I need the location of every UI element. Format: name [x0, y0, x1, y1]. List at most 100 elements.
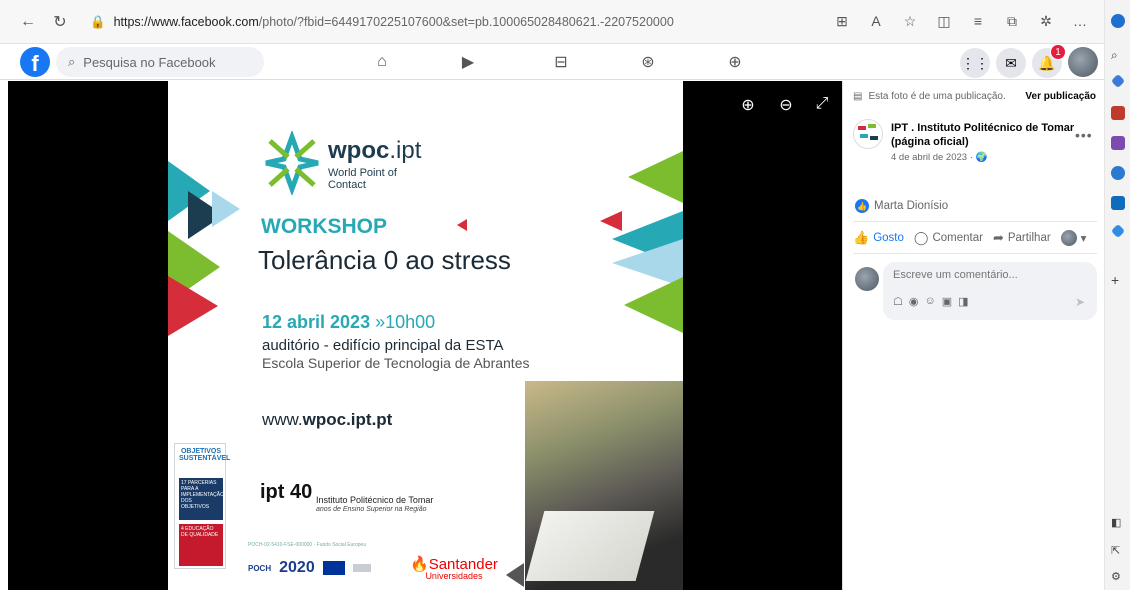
event-venue: auditório - edifício principal da ESTA [262, 337, 504, 354]
wpoc-brand-bold: wpoc [328, 137, 390, 164]
like-icon: 👍 [853, 230, 870, 245]
send-icon[interactable]: ➤ [1075, 295, 1085, 309]
like-label: Gosto [873, 232, 904, 244]
page-avatar[interactable] [853, 119, 883, 149]
comment-tools: ☖ ◉ ☺ ▣ ◨ [893, 295, 969, 308]
decor-triangle [600, 211, 622, 231]
post-icon: ▤ [853, 91, 863, 102]
office-icon[interactable] [1111, 166, 1125, 180]
gif-icon[interactable]: ▣ [942, 295, 952, 308]
sdg-17-label: 17 PARCERIAS PARA A IMPLEMENTAÇÃO DOS OB… [181, 480, 224, 510]
commenter-avatar [855, 267, 879, 291]
telegram-icon[interactable] [1110, 223, 1126, 239]
favorite-icon[interactable]: ☆ [898, 8, 922, 34]
ipt-subtitle: anos de Ensino Superior na Região [316, 506, 427, 513]
search-box[interactable]: ⌕ Pesquisa no Facebook [56, 47, 264, 77]
poch-logo: POCH [248, 563, 272, 573]
collections-icon[interactable]: ⧉ [1000, 8, 1024, 34]
funding-line: POCH-02-5410-FSE-000000 · Fundo Social E… [248, 542, 367, 548]
event-url-bold: wpoc.ipt.pt [302, 410, 393, 429]
search-icon[interactable]: ⌕ [1111, 48, 1125, 62]
search-input[interactable]: Pesquisa no Facebook [83, 55, 215, 70]
url-host: https://www.facebook.com [113, 15, 259, 29]
messenger-icon[interactable]: ✉ [996, 48, 1026, 78]
favorites-list-icon[interactable]: ≡ [966, 8, 990, 34]
settings-icon[interactable]: ⚙ [1111, 570, 1125, 584]
like-reaction-icon: 👍 [855, 199, 869, 213]
reactor-name: Marta Dionísio [874, 200, 949, 212]
ipt-name: Instituto Politécnico de Tomar [316, 495, 434, 505]
ipt-logo: ipt 40 [260, 481, 313, 503]
comment-button[interactable]: ◯ Comentar [914, 230, 983, 246]
camera-icon[interactable]: ◉ [909, 295, 919, 308]
zoom-out-icon[interactable]: ⊖ [776, 95, 796, 115]
share-icon: ➦ [992, 230, 1004, 245]
back-icon[interactable]: ← [14, 8, 42, 36]
like-button[interactable]: 👍 Gosto [853, 230, 904, 246]
fullscreen-icon[interactable]: ⤢ [812, 95, 832, 113]
more-options-icon[interactable]: ••• [1075, 127, 1093, 143]
comment-box[interactable]: ☖ ◉ ☺ ▣ ◨ ➤ [883, 262, 1097, 320]
decor-triangle [212, 191, 240, 227]
split-screen-icon[interactable]: ◫ [932, 8, 956, 34]
profile-avatar [1060, 230, 1077, 246]
gaming-icon[interactable]: ⊕ [720, 48, 750, 76]
decor-triangle [628, 151, 683, 203]
post-panel: ▤ Esta foto é de uma publicação. Ver pub… [842, 81, 1104, 590]
sdg-4-label: 4 EDUCAÇÃO DE QUALIDADE [181, 526, 219, 538]
event-date-day: 12 abril 2023 [262, 312, 371, 332]
see-publication-link[interactable]: Ver publicação [1025, 91, 1096, 102]
address-bar[interactable]: 🔒 https://www.facebook.com/photo/?fbid=6… [90, 9, 810, 35]
avatar-sticker-icon[interactable]: ☖ [893, 295, 903, 308]
add-icon[interactable]: + [1111, 272, 1125, 288]
browser-toolbar: ← ↻ 🔒 https://www.facebook.com/photo/?fb… [0, 0, 1130, 44]
sidebar-toggle-icon[interactable]: ◧ [1111, 516, 1125, 530]
sticker-icon[interactable]: ◨ [958, 295, 968, 308]
workshop-label: WORKSHOP [261, 215, 387, 238]
from-publication-text: Esta foto é de uma publicação. [868, 91, 1006, 102]
reactions-summary[interactable]: 👍 Marta Dionísio [855, 199, 948, 213]
read-aloud-icon[interactable]: A [864, 8, 888, 34]
external-link-icon[interactable]: ⇱ [1111, 544, 1125, 558]
page-name-link[interactable]: IPT . Instituto Politécnico de Tomar (pá… [891, 121, 1081, 149]
tools-icon[interactable] [1111, 106, 1125, 120]
post-date[interactable]: 4 de abril de 2023 · 🌍 [891, 152, 987, 163]
edge-sidebar: ⌕ + ◧ ⇱ ⚙ [1104, 0, 1130, 590]
facebook-logo[interactable]: f [20, 47, 50, 77]
outlook-icon[interactable] [1111, 196, 1125, 210]
divider [853, 221, 1097, 222]
event-school: Escola Superior de Tecnologia de Abrante… [262, 355, 530, 371]
menu-grid-icon[interactable]: ⋮⋮ [960, 48, 990, 78]
from-publication: ▤ Esta foto é de uma publicação. [853, 91, 1006, 102]
event-url: www.wpoc.ipt.pt [262, 410, 392, 430]
decor-triangle [624, 277, 683, 333]
funding-logos: POCH 2020 [248, 559, 371, 577]
divider [853, 253, 1097, 254]
emoji-icon[interactable]: ☺ [924, 295, 935, 308]
more-icon[interactable]: … [1068, 8, 1092, 34]
apps-icon[interactable]: ⊞ [830, 8, 854, 34]
books-image [525, 511, 655, 581]
shopping-icon[interactable] [1110, 73, 1126, 89]
decor-triangle [457, 219, 467, 231]
lock-icon: 🔒 [90, 14, 106, 29]
groups-icon[interactable]: ⊛ [633, 48, 663, 76]
extensions-icon[interactable]: ✲ [1034, 8, 1058, 34]
zoom-in-icon[interactable]: ⊕ [738, 95, 758, 115]
url-path: /photo/?fbid=6449170225107600&set=pb.100… [258, 15, 674, 29]
home-icon[interactable]: ⌂ [367, 48, 397, 76]
copilot-icon[interactable] [1111, 14, 1125, 28]
comment-input[interactable] [893, 269, 1083, 281]
sdg-4-badge: 4 EDUCAÇÃO DE QUALIDADE [179, 524, 223, 566]
notifications-icon[interactable]: 🔔 1 [1032, 44, 1066, 78]
notification-badge: 1 [1050, 44, 1066, 60]
reaction-as-selector[interactable]: ▾ [1060, 230, 1086, 246]
marketplace-icon[interactable]: ⊟ [546, 48, 576, 76]
event-time: »10h00 [370, 312, 436, 332]
watch-icon[interactable]: ▶ [453, 48, 483, 76]
refresh-icon[interactable]: ↻ [46, 8, 74, 36]
share-button[interactable]: ➦ Partilhar [993, 230, 1051, 246]
games-icon[interactable] [1111, 136, 1125, 150]
profile-avatar[interactable] [1068, 47, 1098, 77]
wpoc-logo-icon [265, 131, 319, 195]
